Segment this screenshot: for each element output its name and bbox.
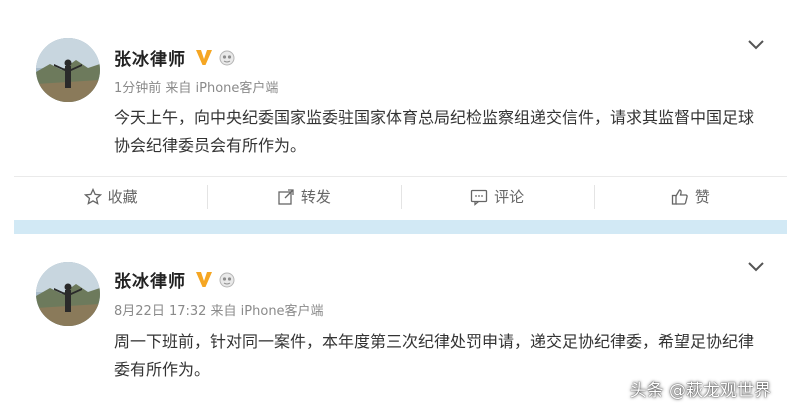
post-meta: 8月22日 17:32 来自 iPhone客户端 bbox=[114, 304, 324, 319]
chevron-down-icon[interactable] bbox=[748, 40, 764, 50]
thumbs-up-icon bbox=[671, 188, 688, 205]
comment-icon bbox=[470, 189, 488, 206]
watermark: 头条 @萩龙观世界 bbox=[629, 381, 771, 401]
share-icon bbox=[278, 188, 294, 205]
avatar[interactable] bbox=[36, 38, 100, 102]
comment-button[interactable]: 评论 bbox=[400, 177, 594, 216]
medal-icon[interactable] bbox=[218, 48, 236, 66]
repost-button[interactable]: 转发 bbox=[207, 177, 400, 216]
favorite-button[interactable]: 收藏 bbox=[14, 177, 207, 216]
comment-label: 评论 bbox=[494, 188, 525, 206]
chevron-down-icon[interactable] bbox=[748, 262, 764, 272]
avatar[interactable] bbox=[36, 262, 100, 326]
like-label: 赞 bbox=[694, 188, 710, 206]
post-content: 今天上午，向中央纪委国家监委驻国家体育总局纪检监察组递交信件，请求其监督中国足球… bbox=[114, 108, 755, 155]
author-name[interactable]: 张冰律师 bbox=[114, 267, 186, 292]
weibo-post-1: 张冰律师 1分钟前 来自 iPhone客户端 今天上午，向中央纪委国家监委驻国家… bbox=[0, 0, 787, 220]
repost-label: 转发 bbox=[300, 188, 331, 206]
author-row: 张冰律师 bbox=[114, 267, 236, 292]
favorite-label: 收藏 bbox=[107, 188, 138, 206]
author-row: 张冰律师 bbox=[114, 45, 236, 70]
verified-v-icon[interactable] bbox=[194, 47, 214, 67]
feed-divider bbox=[14, 220, 787, 234]
verified-v-icon[interactable] bbox=[194, 269, 214, 289]
action-bar: 收藏 转发 评论 赞 bbox=[14, 176, 787, 216]
post-meta: 1分钟前 来自 iPhone客户端 bbox=[114, 81, 279, 96]
author-name[interactable]: 张冰律师 bbox=[114, 45, 186, 70]
medal-icon[interactable] bbox=[218, 270, 236, 288]
like-button[interactable]: 赞 bbox=[593, 177, 787, 216]
star-icon bbox=[83, 187, 102, 205]
